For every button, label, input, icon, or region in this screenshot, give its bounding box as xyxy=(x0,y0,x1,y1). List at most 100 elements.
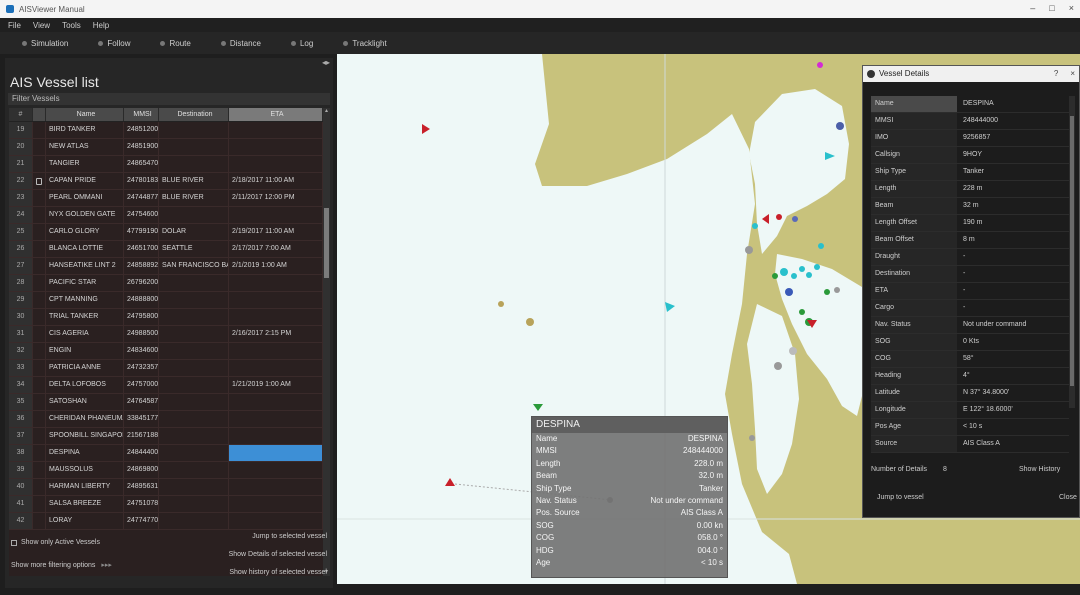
table-row[interactable]: 24 NYX GOLDEN GATE 247546000 xyxy=(9,207,323,224)
vessel-details-window: Vessel Details ? × Name DESPINA MMSI 2484440… xyxy=(862,65,1080,518)
scrollbar-thumb[interactable] xyxy=(1070,116,1074,386)
show-active-only-checkbox[interactable]: Show only Active Vessels xyxy=(11,539,100,546)
detail-row[interactable]: MMSI 248444000 xyxy=(871,113,1069,130)
show-history-button[interactable]: Show history of selected vessel xyxy=(229,569,327,576)
vessel-marker xyxy=(785,288,793,296)
table-row[interactable]: 32 ENGIN 248346000 xyxy=(9,343,323,360)
column-header-mmsi[interactable]: MMSI xyxy=(124,108,159,121)
eta-cell: 2/11/2017 12:00 PM xyxy=(229,190,323,206)
more-filtering-options[interactable]: Show more filtering options ▸▸▸ xyxy=(11,561,112,569)
minimize-button[interactable]: – xyxy=(1030,3,1035,13)
vessel-name-cell: NEW ATLAS xyxy=(46,139,124,155)
help-icon[interactable]: ? xyxy=(1054,66,1058,82)
vessel-list-title: AIS Vessel list xyxy=(10,74,99,90)
collapse-panel-icon[interactable]: ◂▸ xyxy=(322,58,330,67)
detail-row[interactable]: Heading 4° xyxy=(871,368,1069,385)
table-row[interactable]: 35 SATOSHAN 247645870 xyxy=(9,394,323,411)
detail-row[interactable]: Length Offset 190 m xyxy=(871,215,1069,232)
detail-row[interactable]: Length 228 m xyxy=(871,181,1069,198)
table-row[interactable]: 33 PATRICIA ANNE 247323570 xyxy=(9,360,323,377)
scroll-up-icon[interactable]: ▴ xyxy=(323,108,330,115)
menu-tools[interactable]: Tools xyxy=(62,21,81,30)
menu-help[interactable]: Help xyxy=(93,21,109,30)
detail-row[interactable]: ETA - xyxy=(871,283,1069,300)
table-row[interactable]: 21 TANGIER 248654700 xyxy=(9,156,323,173)
menu-view[interactable]: View xyxy=(33,21,50,30)
table-row[interactable]: 22 CAPAN PRIDE 247801830 BLUE RIVER 2/18/201… xyxy=(9,173,323,190)
toolbar-follow-button[interactable]: Follow xyxy=(98,39,130,48)
toolbar-tracklight-button[interactable]: Tracklight xyxy=(343,39,387,48)
row-flag xyxy=(33,360,46,376)
table-row[interactable]: 37 SPOONBILL SINGAPORE 215671880 xyxy=(9,428,323,445)
table-row[interactable]: 27 HANSEATIKE LINT 2 248588920 SAN FRANCISC… xyxy=(9,258,323,275)
table-row[interactable]: 29 CPT MANNING 248888000 xyxy=(9,292,323,309)
close-icon[interactable]: × xyxy=(1070,66,1075,82)
maximize-button[interactable]: □ xyxy=(1049,3,1054,13)
detail-row[interactable]: Callsign 9HOY xyxy=(871,147,1069,164)
show-details-button[interactable]: Show Details of selected vessel xyxy=(229,551,327,558)
detail-row[interactable]: Draught - xyxy=(871,249,1069,266)
toolbar-distance-button[interactable]: Distance xyxy=(220,39,261,48)
row-index: 32 xyxy=(9,343,33,359)
table-row[interactable]: 41 SALSA BREEZE 247510780 xyxy=(9,496,323,513)
table-row[interactable]: 23 PEARL OMMANI 247448770 BLUE RIVER 2/11/20… xyxy=(9,190,323,207)
toolbar-log-button[interactable]: Log xyxy=(290,39,313,48)
table-row[interactable]: 26 BLANCA LOTTIE 246517000 SEATTLE 2/17/2017… xyxy=(9,241,323,258)
table-row[interactable]: 34 DELTA LOFOBOS 247570000 1/21/2019 1:00 A… xyxy=(9,377,323,394)
detail-row[interactable]: Cargo - xyxy=(871,300,1069,317)
detail-row[interactable]: Pos Age < 10 s xyxy=(871,419,1069,436)
filter-vessels-input[interactable]: Filter Vessels xyxy=(8,93,330,105)
vessel-name-cell: DESPINA xyxy=(46,445,124,461)
detail-row[interactable]: SOG 0 Kts xyxy=(871,334,1069,351)
table-row[interactable]: 28 PACIFIC STAR 267962000 xyxy=(9,275,323,292)
vessel-name-cell: CIS AGERIA xyxy=(46,326,124,342)
table-scrollbar[interactable]: ▴ ▾ xyxy=(323,108,330,576)
vessel-name-cell: CPT MANNING xyxy=(46,292,124,308)
close-button[interactable]: Close xyxy=(1059,494,1077,501)
vessel-marker xyxy=(776,214,782,220)
table-row[interactable]: 20 NEW ATLAS 248519000 xyxy=(9,139,323,156)
show-active-only-label: Show only Active Vessels xyxy=(21,539,100,546)
jump-to-selected-vessel-button[interactable]: Jump to selected vessel xyxy=(252,533,327,540)
table-row[interactable]: 25 CARLO GLORY 477991900 DOLAR 2/19/2017 11:… xyxy=(9,224,323,241)
detail-row[interactable]: IMO 9256857 xyxy=(871,130,1069,147)
jump-to-vessel-button[interactable]: Jump to vessel xyxy=(877,494,924,501)
detail-row[interactable]: COG 58° xyxy=(871,351,1069,368)
toolbar-simulation-button[interactable]: Simulation xyxy=(22,39,68,48)
detail-row[interactable]: Beam 32 m xyxy=(871,198,1069,215)
scrollbar-thumb[interactable] xyxy=(324,208,329,278)
show-history-button[interactable]: Show History xyxy=(1019,466,1060,473)
toolbar-route-button[interactable]: Route xyxy=(160,39,191,48)
tooltip-row: Nav. Status Not under command xyxy=(532,495,727,507)
detail-row[interactable]: Longitude E 122° 18.6000' xyxy=(871,402,1069,419)
column-header-name[interactable]: Name xyxy=(46,108,124,121)
detail-row[interactable]: Beam Offset 8 m xyxy=(871,232,1069,249)
number-of-details-select[interactable]: 8 xyxy=(943,466,947,473)
table-row[interactable]: 40 HARMAN LIBERTY 248956310 xyxy=(9,479,323,496)
vessel-name-cell: SATOSHAN xyxy=(46,394,124,410)
detail-row[interactable]: Name DESPINA xyxy=(871,96,1069,113)
table-row[interactable]: 38 DESPINA 248444000 xyxy=(9,445,323,462)
table-row[interactable]: 42 LORAY 247747700 xyxy=(9,513,323,530)
tracklight-icon xyxy=(343,40,349,46)
column-header-eta[interactable]: ETA xyxy=(229,108,323,121)
table-row[interactable]: 39 MAUSSOLUS 248698000 xyxy=(9,462,323,479)
detail-row[interactable]: Destination - xyxy=(871,266,1069,283)
table-row[interactable]: 19 BIRD TANKER 248512000 xyxy=(9,122,323,139)
detail-row[interactable]: Source AIS Class A xyxy=(871,436,1069,453)
menu-file[interactable]: File xyxy=(8,21,21,30)
detail-row[interactable]: Ship Type Tanker xyxy=(871,164,1069,181)
detail-row[interactable]: Nav. Status Not under command xyxy=(871,317,1069,334)
detail-row[interactable]: Latitude N 37° 34.8000' xyxy=(871,385,1069,402)
checkbox-box[interactable] xyxy=(11,539,17,546)
column-header-index[interactable]: # xyxy=(9,108,33,121)
simulation-icon xyxy=(22,40,27,46)
destination-cell xyxy=(159,513,229,529)
details-scrollbar[interactable] xyxy=(1069,96,1075,408)
column-header-destination[interactable]: Destination xyxy=(159,108,229,121)
table-row[interactable]: 30 TRIAL TANKER 247958000 xyxy=(9,309,323,326)
table-row[interactable]: 31 CIS AGERIA 249885000 2/16/2017 2:15 PM xyxy=(9,326,323,343)
close-button[interactable]: × xyxy=(1069,3,1074,13)
table-row[interactable]: 36 CHERIDAN PHANEUMAN 338451770 xyxy=(9,411,323,428)
column-header-flag[interactable] xyxy=(33,108,46,121)
